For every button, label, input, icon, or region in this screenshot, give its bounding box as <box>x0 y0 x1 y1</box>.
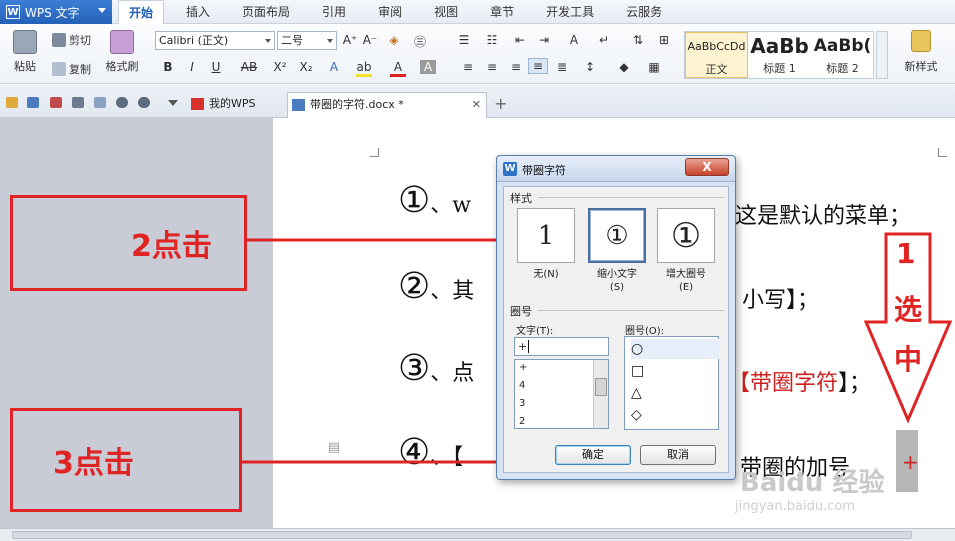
style-option-enlarge-circle[interactable]: ① <box>657 208 715 263</box>
list-item[interactable]: 4 <box>519 380 525 391</box>
shape-list-label: 圈号(O): <box>625 326 665 337</box>
text-field-label: 文字(T): <box>516 326 554 337</box>
dialog-body: 样式 1 ① ① 无(N) 缩小文字 (S) 增大圈号 (E) 圈号 文字(T)… <box>503 186 729 473</box>
style-option-enlarge-key: (E) <box>678 282 694 293</box>
list-item[interactable]: 3 <box>519 398 525 409</box>
divider <box>538 197 724 198</box>
divider <box>538 310 724 311</box>
style-option-shrink-key: (S) <box>609 282 625 293</box>
dialog-title-bar[interactable]: W 带圈字符 X <box>497 156 735 182</box>
circle-group-label: 圈号 <box>510 305 532 318</box>
style-option-shrink-label: 缩小文字 <box>597 269 637 280</box>
style-option-none-label: 无(N) <box>533 269 559 280</box>
scrollbar-thumb[interactable] <box>595 378 607 396</box>
annotation-step-1-number: 1 <box>896 237 916 270</box>
list-item[interactable]: + <box>519 362 527 373</box>
style-shrink-glyph: ① <box>605 220 629 251</box>
style-option-none[interactable]: 1 <box>517 208 575 263</box>
shape-diamond-item[interactable]: ◇ <box>631 405 719 425</box>
style-none-glyph: 1 <box>537 220 555 251</box>
wps-logo-icon: W <box>503 162 517 176</box>
ok-button[interactable]: 确定 <box>555 445 631 465</box>
shape-square-item[interactable]: □ <box>631 361 719 381</box>
enclosed-characters-dialog: W 带圈字符 X 样式 1 ① ① 无(N) 缩小文字 (S) 增大圈号 (E)… <box>496 155 736 480</box>
dialog-title: 带圈字符 <box>522 164 566 177</box>
list-item[interactable]: 2 <box>519 416 525 427</box>
style-enlarge-glyph: ① <box>670 215 702 256</box>
circle-shape-list[interactable]: ○ □ △ ◇ <box>624 336 719 430</box>
style-group-label: 样式 <box>510 192 532 205</box>
annotation-step-1-char-2: 中 <box>894 343 923 376</box>
annotation-step-1-char-1: 选 <box>894 293 923 326</box>
text-list[interactable]: + 4 3 2 <box>514 359 609 429</box>
annotation-arrows <box>242 224 953 478</box>
cancel-button[interactable]: 取消 <box>640 445 716 465</box>
shape-circle-item[interactable]: ○ <box>631 339 719 359</box>
style-option-shrink-text[interactable]: ① <box>588 208 646 263</box>
text-input[interactable]: + <box>514 337 609 356</box>
style-option-enlarge-label: 增大圈号 <box>666 269 706 280</box>
text-input-value: + <box>518 340 528 353</box>
dialog-close-button[interactable]: X <box>685 158 729 176</box>
text-list-scrollbar[interactable] <box>593 360 608 428</box>
shape-triangle-item[interactable]: △ <box>631 383 719 403</box>
